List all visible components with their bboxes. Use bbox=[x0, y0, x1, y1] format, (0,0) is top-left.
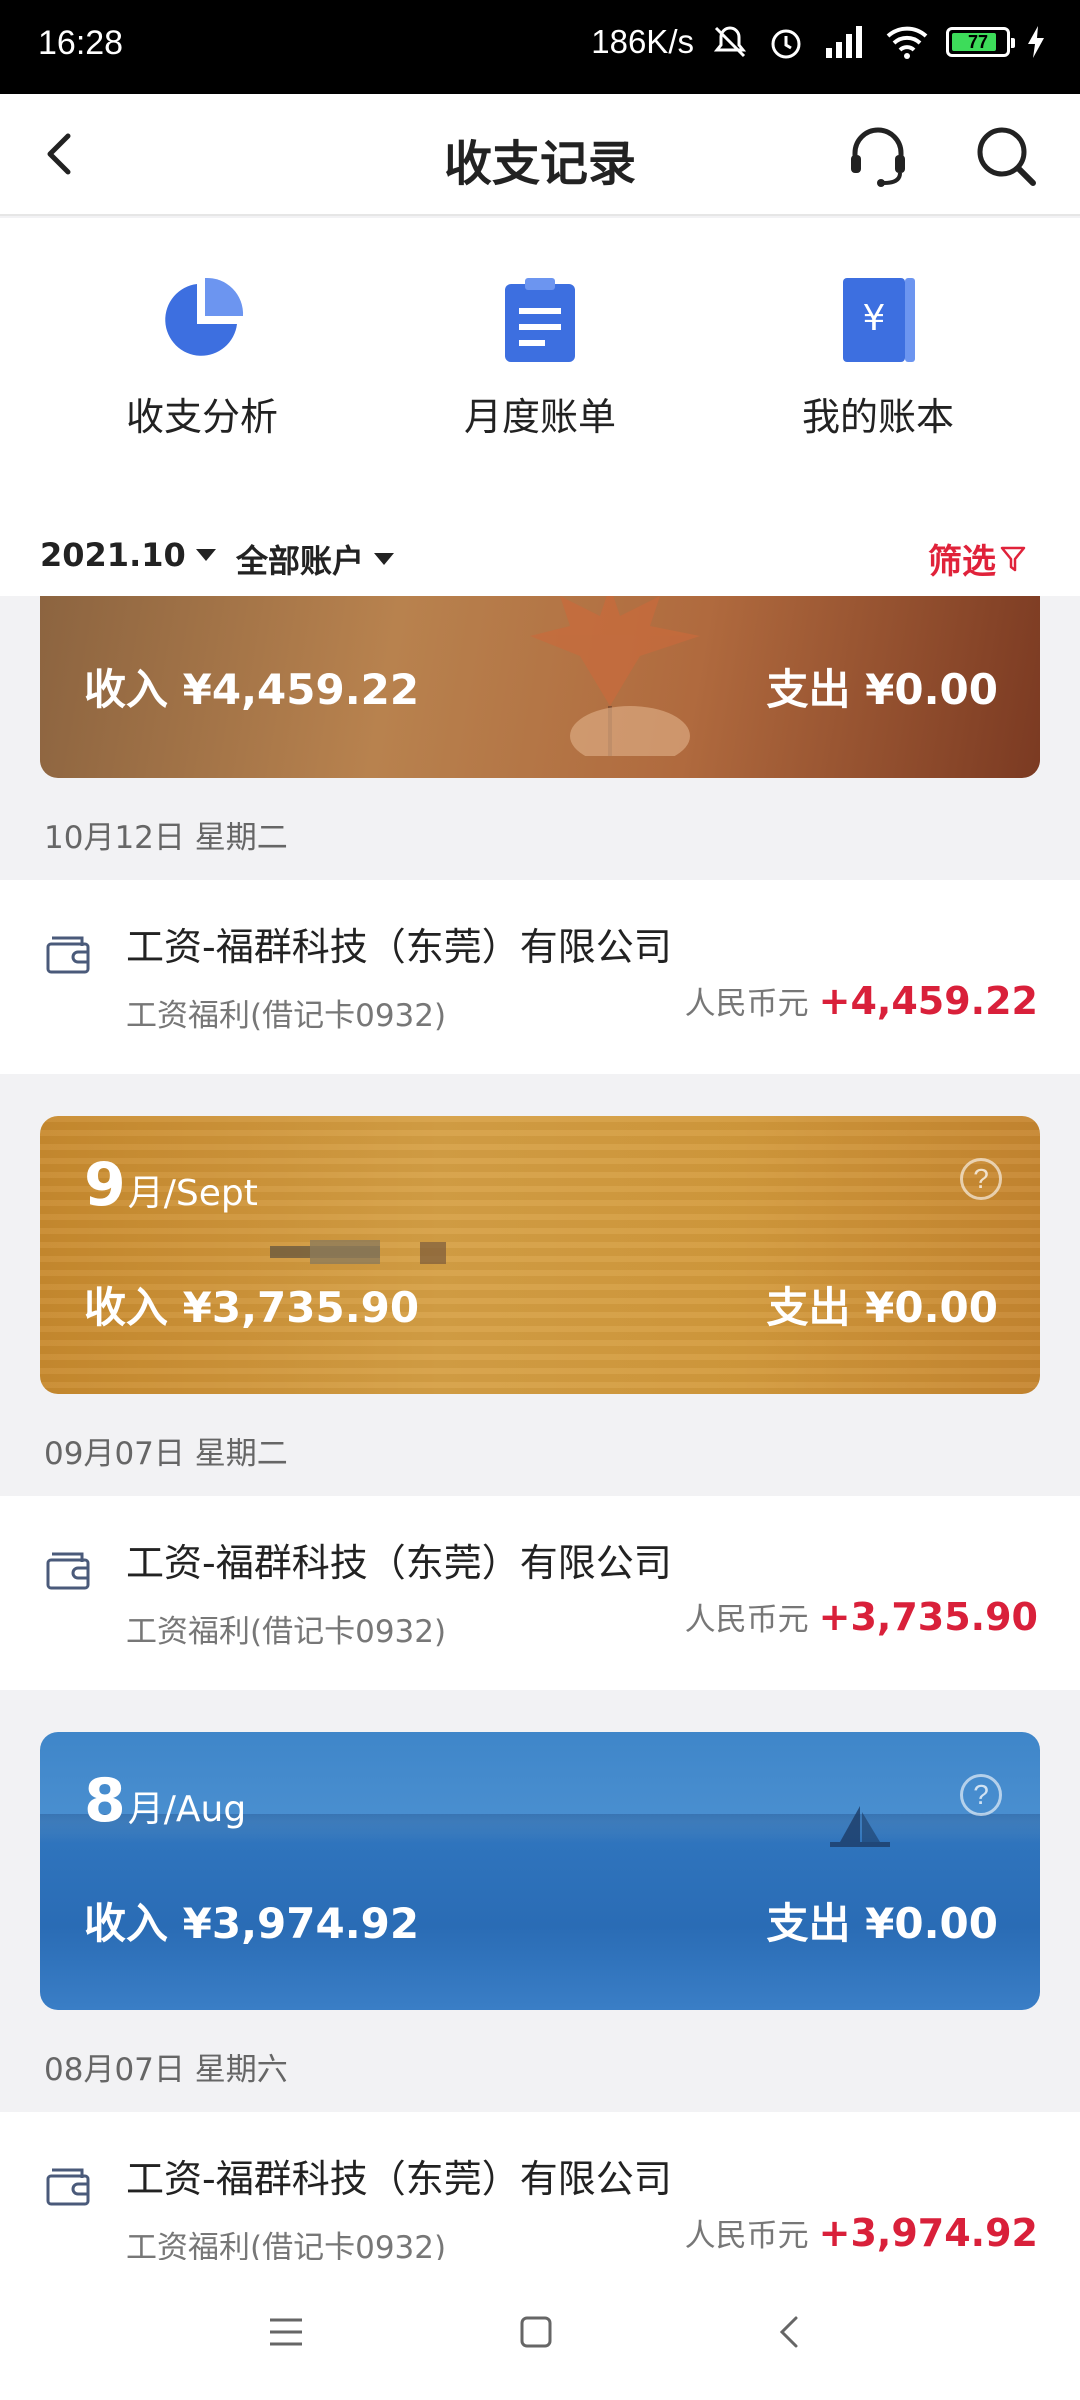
signal-icon bbox=[822, 22, 868, 62]
month-summary-card-aug[interactable]: 8 月/Aug ? 收入 ¥3,974.92 支出 ¥0.00 bbox=[40, 1732, 1040, 2010]
system-nav-bar bbox=[0, 2260, 1080, 2400]
transaction-amount: 人民币元 +3,735.90 bbox=[685, 1594, 1038, 1639]
back-nav-button[interactable] bbox=[750, 2292, 830, 2372]
maple-leaf-image bbox=[530, 596, 700, 756]
battery-icon: 77 bbox=[946, 27, 1015, 57]
transaction-currency: 人民币元 bbox=[684, 1602, 809, 1638]
network-speed: 186K/s bbox=[591, 23, 694, 60]
shortcut-label: 月度账单 bbox=[463, 395, 616, 439]
month-expense: 支出 ¥0.00 bbox=[766, 665, 998, 714]
transaction-value: +3,974.92 bbox=[818, 2211, 1038, 2255]
funnel-icon bbox=[1000, 546, 1026, 571]
ledger-icon: ¥ bbox=[833, 274, 923, 364]
month-summary-card-oct[interactable]: 收入 ¥4,459.22 支出 ¥0.00 bbox=[40, 596, 1040, 778]
menu-icon bbox=[270, 2318, 302, 2346]
svg-text:¥: ¥ bbox=[863, 298, 886, 339]
card-month: 8 月/Aug bbox=[84, 1766, 246, 1836]
filter-label: 筛选 bbox=[928, 542, 996, 582]
month-expense: 支出 ¥0.00 bbox=[766, 1899, 998, 1948]
transaction-title: 工资-福群科技（东莞）有限公司 bbox=[126, 925, 672, 969]
card-month-suffix: 月/Sept bbox=[127, 1173, 258, 1214]
charging-icon bbox=[1026, 24, 1046, 60]
transaction-value: +4,459.22 bbox=[818, 979, 1038, 1023]
card-month-number: 8 bbox=[84, 1766, 126, 1836]
customer-service-button[interactable] bbox=[840, 118, 916, 194]
help-icon[interactable]: ? bbox=[960, 1774, 1002, 1816]
transaction-value: +3,735.90 bbox=[818, 1595, 1038, 1639]
wallet-icon bbox=[46, 2168, 90, 2206]
month-selector-label: 2021.10 bbox=[40, 536, 186, 574]
date-label: 10月12日 星期二 bbox=[44, 820, 288, 856]
month-income: 收入 ¥3,735.90 bbox=[84, 1283, 420, 1332]
transaction-title: 工资-福群科技（东莞）有限公司 bbox=[126, 2157, 672, 2201]
chevron-left-icon bbox=[779, 2316, 798, 2348]
date-label: 08月07日 星期六 bbox=[44, 2052, 288, 2088]
transaction-currency: 人民币元 bbox=[684, 986, 809, 1022]
recent-apps-button[interactable] bbox=[246, 2292, 326, 2372]
transaction-currency: 人民币元 bbox=[684, 2218, 809, 2254]
month-selector[interactable]: 2021.10 bbox=[40, 536, 216, 574]
square-icon bbox=[520, 2316, 552, 2348]
battery-level: 77 bbox=[967, 31, 989, 52]
page-title: 收支记录 bbox=[443, 136, 636, 192]
card-month: 9 月/Sept bbox=[84, 1150, 258, 1220]
month-summary-card-sep[interactable]: 9 月/Sept ? 收入 ¥3,735.90 支出 ¥0.00 bbox=[40, 1116, 1040, 1394]
clipboard-icon bbox=[495, 274, 585, 364]
filter-row: 2021.10 全部账户 筛选 bbox=[0, 518, 1080, 596]
mute-icon bbox=[710, 22, 750, 62]
shortcut-label: 我的账本 bbox=[801, 395, 954, 439]
help-icon[interactable]: ? bbox=[960, 1158, 1002, 1200]
month-income: 收入 ¥3,974.92 bbox=[84, 1899, 420, 1948]
month-income: 收入 ¥4,459.22 bbox=[84, 665, 420, 714]
transaction-title: 工资-福群科技（东莞）有限公司 bbox=[126, 1541, 672, 1585]
sailboat-image bbox=[830, 1806, 890, 1847]
filter-button[interactable]: 筛选 bbox=[928, 534, 1026, 583]
wifi-icon bbox=[884, 22, 930, 62]
wallet-icon bbox=[46, 1552, 90, 1590]
transaction-amount: 人民币元 +3,974.92 bbox=[685, 2210, 1038, 2255]
card-month-number: 9 bbox=[84, 1150, 126, 1220]
app-header: 收支记录 bbox=[0, 94, 1080, 216]
account-selector[interactable]: 全部账户 bbox=[236, 536, 395, 582]
shortcut-monthly-bill[interactable]: 月度账单 bbox=[410, 274, 670, 441]
month-expense: 支出 ¥0.00 bbox=[766, 1283, 998, 1332]
headset-icon bbox=[851, 127, 905, 187]
shortcut-panel: 收支分析 月度账单 ¥ 我的账本 2021.10 全部账户 筛选 bbox=[0, 218, 1080, 596]
shortcut-my-ledger[interactable]: ¥ 我的账本 bbox=[748, 274, 1008, 441]
transaction-row[interactable]: 工资-福群科技（东莞）有限公司 工资福利(借记卡0932) 人民币元 +3,73… bbox=[0, 1496, 1080, 1690]
status-time: 16:28 bbox=[38, 24, 124, 62]
shortcut-income-analysis[interactable]: 收支分析 bbox=[72, 274, 332, 441]
search-icon bbox=[977, 127, 1036, 186]
transaction-category: 工资福利(借记卡0932) bbox=[126, 1614, 447, 1650]
shortcut-label: 收支分析 bbox=[125, 395, 278, 439]
date-label: 09月07日 星期二 bbox=[44, 1436, 288, 1472]
pie-chart-icon bbox=[157, 274, 247, 364]
chevron-down-icon bbox=[374, 553, 395, 565]
home-button[interactable] bbox=[496, 2292, 576, 2372]
transaction-category: 工资福利(借记卡0932) bbox=[126, 998, 447, 1034]
transaction-amount: 人民币元 +4,459.22 bbox=[685, 978, 1038, 1023]
alarm-icon bbox=[766, 22, 806, 62]
search-button[interactable] bbox=[968, 118, 1044, 194]
wood-tool-image bbox=[270, 1240, 446, 1264]
transaction-row[interactable]: 工资-福群科技（东莞）有限公司 工资福利(借记卡0932) 人民币元 +4,45… bbox=[0, 880, 1080, 1074]
card-month-suffix: 月/Aug bbox=[127, 1789, 247, 1830]
status-icons: 186K/s 77 bbox=[591, 22, 1046, 62]
wallet-icon bbox=[46, 936, 90, 974]
chevron-down-icon bbox=[195, 549, 216, 561]
status-bar: 16:28 186K/s 77 bbox=[0, 0, 1080, 94]
account-selector-label: 全部账户 bbox=[236, 542, 365, 580]
